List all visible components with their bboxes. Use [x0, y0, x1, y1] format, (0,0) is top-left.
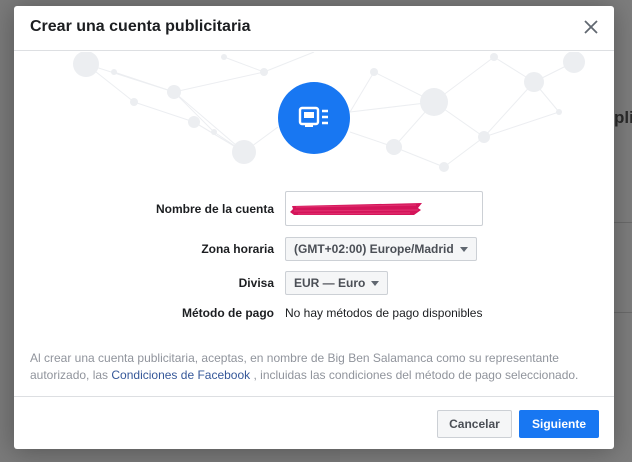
dialog-title: Crear una cuenta publicitaria — [30, 18, 251, 35]
chevron-down-icon — [371, 281, 380, 286]
ad-account-icon — [278, 82, 350, 154]
dialog-footer: Cancelar Siguiente — [14, 396, 614, 449]
background-partial-text: pli — [614, 108, 632, 127]
redaction-mark — [290, 203, 422, 215]
payment-method-label: Método de pago — [182, 306, 274, 320]
payment-method-value: No hay métodos de pago disponibles — [285, 306, 483, 320]
payment-method-row: Método de pago No hay métodos de pago di… — [14, 306, 614, 340]
currency-row: Divisa EUR — Euro — [14, 271, 614, 305]
currency-label: Divisa — [238, 276, 274, 290]
timezone-label: Zona horaria — [201, 242, 274, 256]
close-icon[interactable] — [582, 18, 600, 36]
dialog-body: Nombre de la cuenta Zona horaria (GMT+02… — [14, 52, 614, 396]
timezone-row: Zona horaria (GMT+02:00) Europe/Madrid — [14, 237, 614, 271]
currency-select[interactable]: EUR — Euro — [285, 271, 389, 295]
cancel-button[interactable]: Cancelar — [437, 410, 512, 438]
dialog-header: Crear una cuenta publicitaria — [14, 6, 614, 51]
terms-disclaimer: Al crear una cuenta publicitaria, acepta… — [30, 350, 598, 384]
disclaimer-text-after: , incluidas las condiciones del método d… — [250, 368, 579, 382]
create-ad-account-dialog: Crear una cuenta publicitaria Nombre de … — [14, 6, 614, 449]
timezone-select[interactable]: (GMT+02:00) Europe/Madrid — [285, 237, 477, 261]
timezone-value: (GMT+02:00) Europe/Madrid — [294, 242, 454, 256]
chevron-down-icon — [459, 247, 468, 252]
facebook-terms-link[interactable]: Condiciones de Facebook — [111, 368, 250, 382]
account-name-row: Nombre de la cuenta — [14, 191, 614, 226]
account-name-label: Nombre de la cuenta — [155, 202, 274, 216]
currency-value: EUR — Euro — [294, 276, 366, 290]
next-button[interactable]: Siguiente — [519, 410, 599, 438]
